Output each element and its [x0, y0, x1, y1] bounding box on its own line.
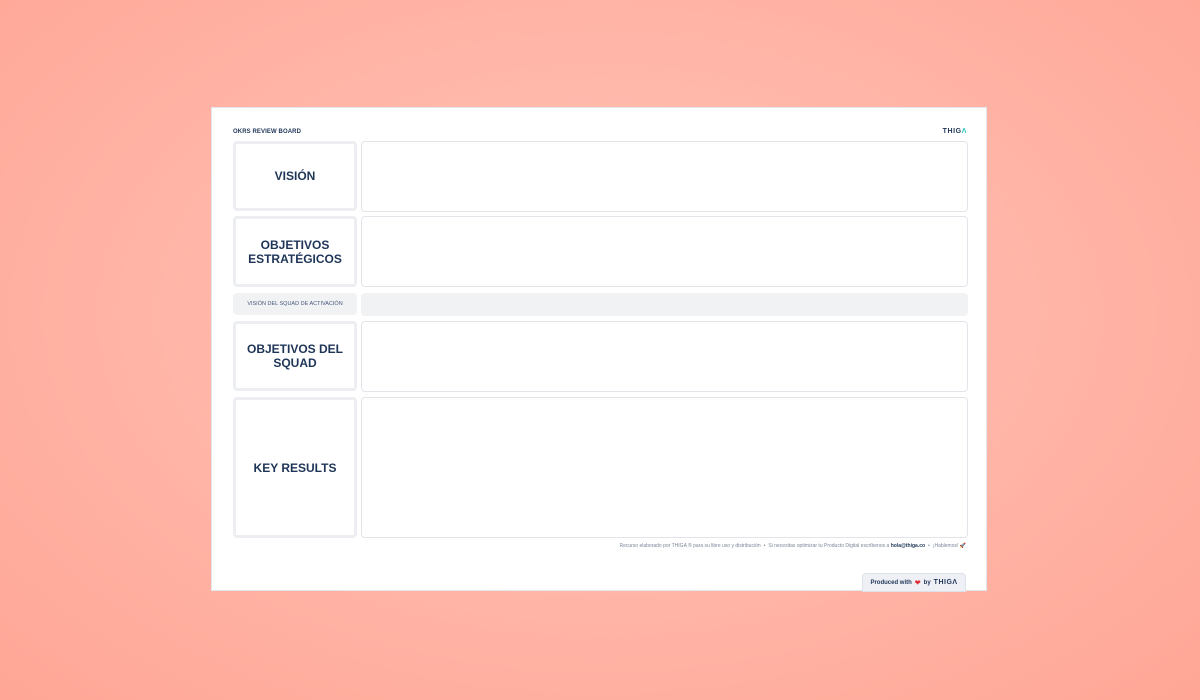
okrs-review-board: OKRS REVIEW BOARD THIGΛ VISIÓN OBJETIVOS…: [211, 107, 987, 592]
vision-label-card: VISIÓN: [233, 141, 357, 211]
footer-credit-text: Recurso elaborado por THIGA ® para su li…: [619, 543, 761, 549]
strategic-objectives-content-area[interactable]: [361, 216, 968, 287]
produced-by-text: by: [923, 579, 931, 586]
produced-with-text: Produced with: [870, 579, 912, 586]
squad-objectives-label-card: OBJETIVOS DEL SQUAD: [233, 321, 357, 391]
badge-brand-logo: THIGΛ: [933, 579, 958, 586]
strategic-objectives-label: OBJETIVOS ESTRATÉGICOS: [248, 237, 342, 266]
footer-separator: •: [928, 543, 930, 549]
footer-cta-text: ¡Hablemos!: [932, 543, 959, 549]
squad-vision-label: VISIÓN DEL SQUAD DE ACTIVACIÓN: [247, 300, 343, 307]
heart-icon: ❤: [914, 579, 921, 587]
board-title: OKRS REVIEW BOARD: [233, 129, 302, 135]
logo-accent: Λ: [961, 128, 967, 135]
squad-objectives-label: OBJETIVOS DEL SQUAD: [246, 342, 344, 370]
footer-separator: •: [763, 543, 766, 549]
footer-contact-text: Si necesitas optimizar tu Producto Digit…: [768, 543, 890, 549]
squad-vision-label-card: VISIÓN DEL SQUAD DE ACTIVACIÓN: [233, 293, 357, 315]
footer-email-link[interactable]: hola@thiga.co: [891, 543, 925, 549]
thiga-logo: THIGΛ: [943, 128, 967, 135]
squad-objectives-content-area[interactable]: [361, 321, 968, 392]
key-results-label: KEY RESULTS: [253, 460, 337, 475]
squad-vision-content-area[interactable]: [361, 293, 968, 316]
vision-label: VISIÓN: [274, 169, 316, 183]
produced-with-badge[interactable]: Produced with ❤ by THIGΛ: [862, 573, 966, 592]
key-results-content-area[interactable]: [361, 397, 968, 538]
vision-content-area[interactable]: [361, 141, 968, 212]
key-results-label-card: KEY RESULTS: [233, 397, 357, 538]
logo-text: THIG: [942, 128, 962, 135]
strategic-objectives-label-card: OBJETIVOS ESTRATÉGICOS: [233, 216, 357, 287]
footer-credits: Recurso elaborado por THIGA ® para su li…: [619, 543, 966, 549]
rocket-icon: 🚀: [959, 543, 966, 549]
